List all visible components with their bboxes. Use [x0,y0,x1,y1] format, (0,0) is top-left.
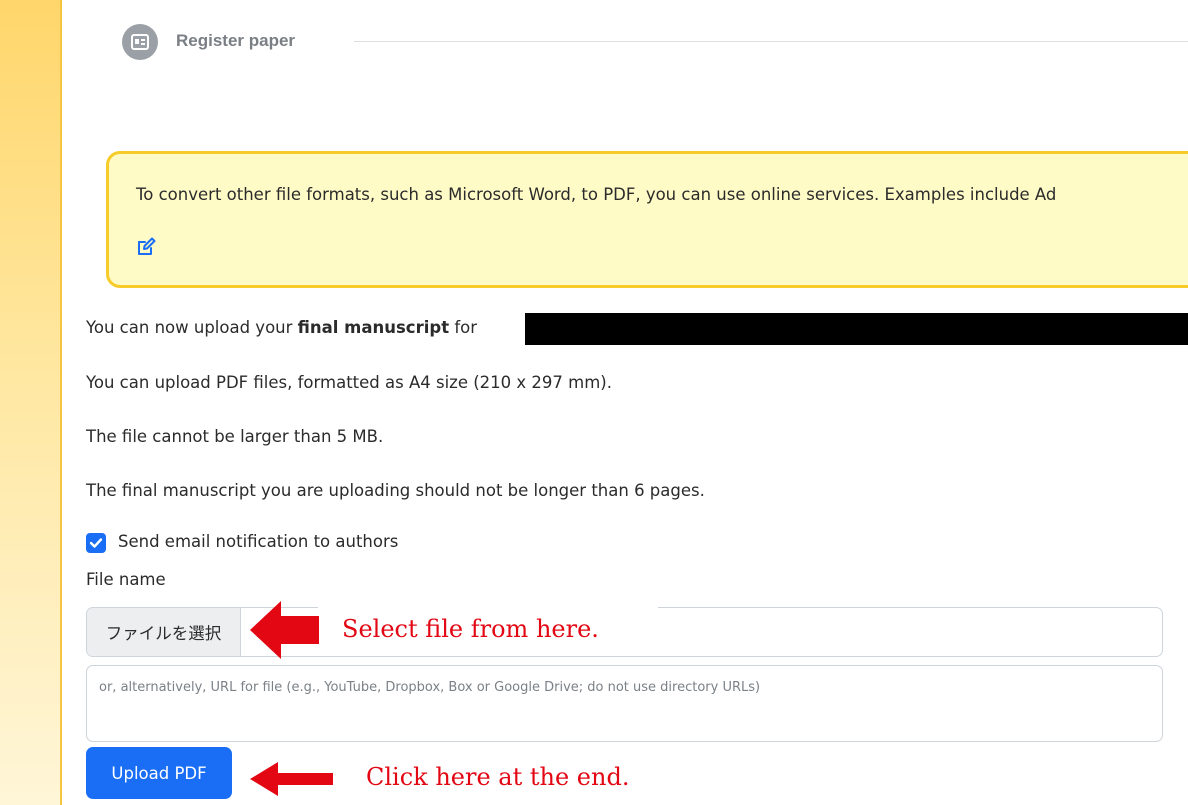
left-rail [0,0,62,805]
upload-arrow-icon [250,762,333,796]
pdf-conversion-notice: To convert other file formats, such as M… [106,151,1188,288]
register-paper-icon [122,24,158,60]
select-file-annotation: Select file from here. [342,615,599,643]
step-divider [354,41,1188,42]
choose-file-button[interactable]: ファイルを選択 [87,608,241,656]
file-url-input[interactable] [86,665,1163,742]
file-name-label: File name [86,570,166,589]
notify-authors-label[interactable]: Send email notification to authors [118,532,398,551]
redacted-conference-name [525,313,1188,345]
upload-annotation: Click here at the end. [366,763,630,791]
edit-icon[interactable] [135,236,157,258]
pdf-format-info: You can upload PDF files, formatted as A… [86,373,612,392]
select-file-arrow-icon [250,601,319,659]
file-size-info: The file cannot be larger than 5 MB. [86,427,384,446]
upload-pdf-button[interactable]: Upload PDF [86,747,232,799]
step-header: Register paper [122,24,1188,60]
notify-authors-checkbox[interactable] [86,533,106,553]
step-title: Register paper [176,31,296,50]
upload-intro-line: You can now upload your final manuscript… [86,318,478,337]
final-manuscript-emphasis: final manuscript [297,318,450,337]
notice-text: To convert other file formats, such as M… [136,185,1057,204]
page-limit-info: The final manuscript you are uploading s… [86,481,705,500]
